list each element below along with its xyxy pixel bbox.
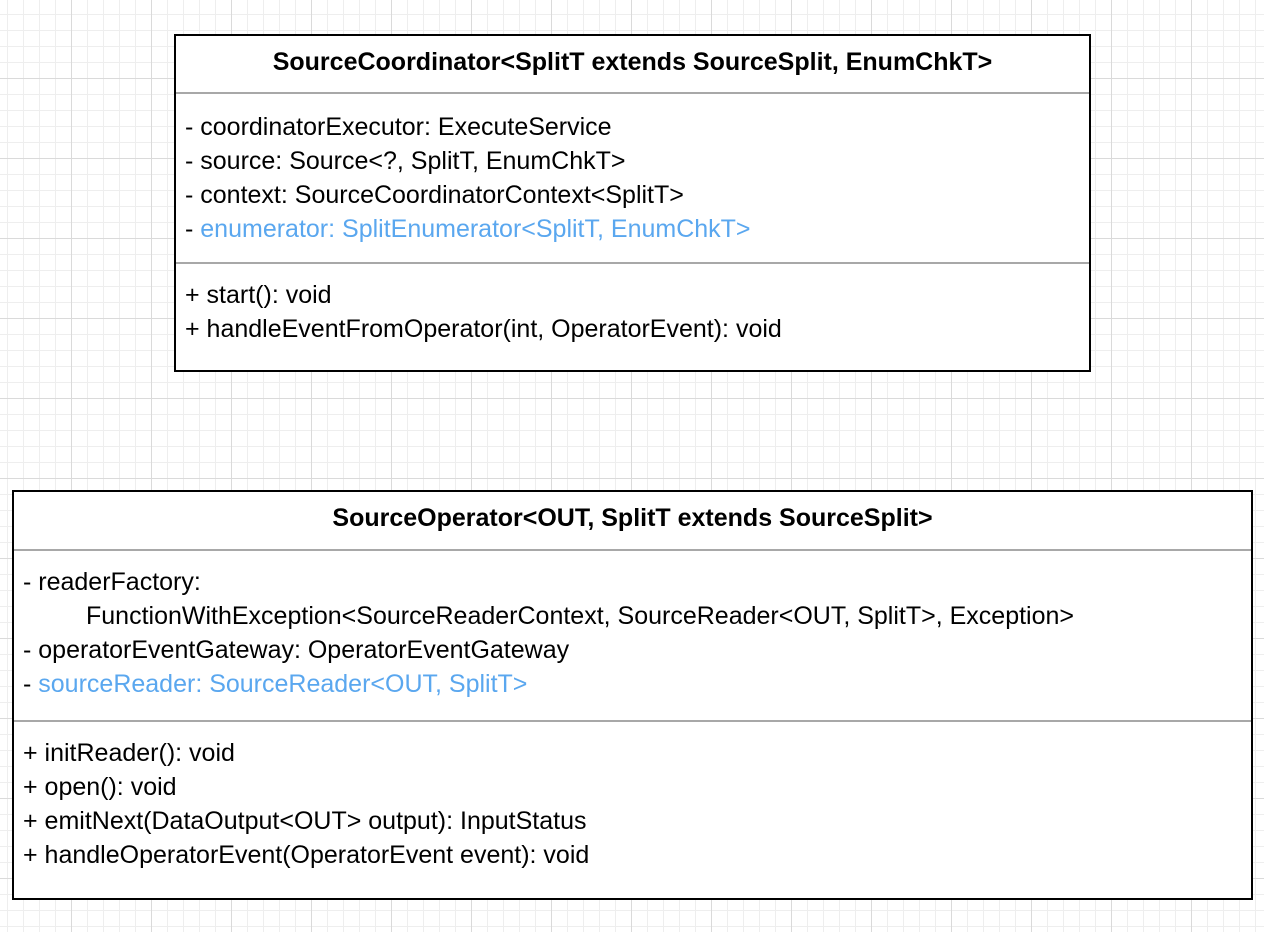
operation-open: + open(): void — [23, 773, 177, 801]
operations-section: + start(): void + handleEventFromOperato… — [176, 264, 1089, 346]
operation-init-reader: + initReader(): void — [23, 739, 235, 767]
attribute-enumerator: - enumerator: SplitEnumerator<SplitT, En… — [185, 212, 1089, 246]
attributes-section: - readerFactory: FunctionWithException<S… — [14, 551, 1251, 720]
operation-handle-operator-event: + handleOperatorEvent(OperatorEvent even… — [23, 841, 590, 869]
attribute-operator-event-gateway: - operatorEventGateway: OperatorEventGat… — [23, 636, 570, 664]
highlighted-attribute-text: enumerator: SplitEnumerator<SplitT, Enum… — [200, 215, 751, 243]
class-title: SourceOperator<OUT, SplitT extends Sourc… — [332, 504, 933, 532]
attribute-coordinator-executor: - coordinatorExecutor: ExecuteService — [185, 113, 612, 141]
operation-start: + start(): void — [185, 281, 332, 309]
visibility-marker: - — [185, 215, 201, 243]
attribute-source-reader: - sourceReader: SourceReader<OUT, SplitT… — [23, 667, 1251, 701]
attribute-context: - context: SourceCoordinatorContext<Spli… — [185, 181, 684, 209]
visibility-marker: - — [23, 670, 39, 698]
highlighted-attribute-text: sourceReader: SourceReader<OUT, SplitT> — [38, 670, 528, 698]
operation-emit-next: + emitNext(DataOutput<OUT> output): Inpu… — [23, 807, 587, 835]
attributes-section: - coordinatorExecutor: ExecuteService - … — [176, 94, 1089, 262]
attribute-reader-factory: - readerFactory: — [23, 568, 201, 596]
operation-handle-event-from-operator: + handleEventFromOperator(int, OperatorE… — [185, 315, 782, 343]
attribute-reader-factory-type: FunctionWithException<SourceReaderContex… — [86, 602, 1075, 630]
class-box-source-coordinator[interactable]: SourceCoordinator<SplitT extends SourceS… — [174, 34, 1091, 372]
class-title: SourceCoordinator<SplitT extends SourceS… — [272, 48, 993, 76]
class-box-source-operator[interactable]: SourceOperator<OUT, SplitT extends Sourc… — [12, 490, 1253, 900]
attribute-source: - source: Source<?, SplitT, EnumChkT> — [185, 147, 626, 175]
operations-section: + initReader(): void + open(): void + em… — [14, 722, 1251, 872]
